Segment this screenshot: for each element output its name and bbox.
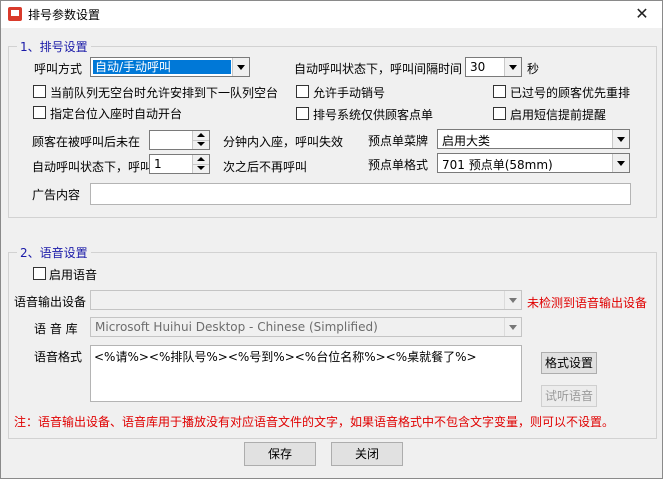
arrow-down-icon[interactable] bbox=[193, 140, 209, 149]
timeout-suffix: 分钟内入座，呼叫失效 bbox=[223, 135, 344, 149]
preorder-format-select[interactable]: 701 预点单(58mm) bbox=[437, 153, 630, 173]
timeout-stepper[interactable] bbox=[149, 130, 210, 150]
checkbox-auto-open-table-label: 指定台位入座时自动开台 bbox=[50, 107, 183, 121]
call-mode-value: 自动/手动呼叫 bbox=[93, 60, 231, 74]
auto-stop-value: 1 bbox=[154, 157, 162, 171]
app-icon bbox=[8, 7, 22, 21]
auto-stop-label: 自动呼叫状态下，呼叫 bbox=[32, 160, 153, 174]
call-mode-label: 呼叫方式 bbox=[34, 62, 83, 76]
timeout-label: 顾客在被呼叫后未在 bbox=[32, 135, 141, 149]
voice-device-label: 语音输出设备 bbox=[14, 295, 87, 309]
interval-select[interactable]: 30 bbox=[465, 57, 522, 77]
checkbox-priority-requeue-label: 已过号的顾客优先重排 bbox=[510, 86, 631, 100]
auto-stop-stepper[interactable]: 1 bbox=[149, 154, 210, 174]
checkbox-next-queue-label: 当前队列无空台时允许安排到下一队列空台 bbox=[50, 86, 279, 100]
checkbox-priority-requeue[interactable] bbox=[493, 85, 506, 98]
voice-note: 注：语音输出设备、语音库用于播放没有对应语音文件的文字，如果语音格式中不包含文字… bbox=[14, 415, 615, 429]
preview-voice-button[interactable]: 试听语音 bbox=[541, 385, 597, 407]
ad-input[interactable] bbox=[90, 183, 631, 205]
checkbox-enable-voice-label: 启用语音 bbox=[49, 268, 98, 282]
stepper-buttons[interactable] bbox=[192, 131, 209, 149]
voice-device-warning: 未检测到语音输出设备 bbox=[527, 296, 648, 310]
save-button[interactable]: 保存 bbox=[244, 442, 316, 466]
chevron-down-icon[interactable] bbox=[612, 130, 629, 148]
preorder-format-label: 预点单格式 bbox=[368, 158, 429, 172]
voice-library-select[interactable]: Microsoft Huihui Desktop - Chinese (Simp… bbox=[90, 317, 522, 337]
chevron-down-icon[interactable] bbox=[232, 58, 249, 76]
preorder-menu-value: 启用大类 bbox=[442, 134, 491, 148]
checkbox-enable-voice[interactable] bbox=[33, 267, 46, 280]
checkbox-sms-reminder-label: 启用短信提前提醒 bbox=[510, 108, 607, 122]
voice-library-value: Microsoft Huihui Desktop - Chinese (Simp… bbox=[95, 320, 378, 334]
voice-settings-legend: 2、语音设置 bbox=[17, 244, 91, 261]
settings-dialog: 排号参数设置 ✕ 1、排号设置 呼叫方式 自动/手动呼叫 自动呼叫状态下，呼叫间… bbox=[0, 0, 663, 479]
chevron-down-icon[interactable] bbox=[612, 154, 629, 172]
stepper-buttons[interactable] bbox=[192, 155, 209, 173]
checkbox-order-only[interactable] bbox=[296, 107, 309, 120]
voice-format-textarea[interactable]: <%请%><%排队号%><%号到%><%台位名称%><%桌就餐了%> bbox=[90, 345, 522, 402]
format-settings-button[interactable]: 格式设置 bbox=[541, 352, 597, 374]
preorder-menu-select[interactable]: 启用大类 bbox=[437, 129, 630, 149]
chevron-down-icon[interactable] bbox=[504, 318, 521, 336]
window-title: 排号参数设置 bbox=[28, 8, 101, 22]
voice-format-label: 语音格式 bbox=[34, 350, 83, 364]
close-button[interactable]: 关闭 bbox=[331, 442, 403, 466]
ad-label: 广告内容 bbox=[32, 188, 81, 202]
call-mode-select[interactable]: 自动/手动呼叫 bbox=[90, 57, 250, 77]
voice-device-select[interactable] bbox=[90, 290, 522, 310]
checkbox-sms-reminder[interactable] bbox=[493, 107, 506, 120]
interval-label: 自动呼叫状态下，呼叫间隔时间 bbox=[294, 62, 463, 76]
interval-unit: 秒 bbox=[527, 62, 540, 76]
chevron-down-icon[interactable] bbox=[504, 291, 521, 309]
checkbox-order-only-label: 排号系统仅供顾客点单 bbox=[313, 108, 434, 122]
queue-settings-legend: 1、排号设置 bbox=[17, 38, 91, 55]
checkbox-manual-cancel-label: 允许手动销号 bbox=[313, 86, 386, 100]
voice-library-label: 语 音 库 bbox=[34, 322, 78, 336]
checkbox-next-queue[interactable] bbox=[33, 85, 46, 98]
checkbox-auto-open-table[interactable] bbox=[33, 106, 46, 119]
arrow-down-icon[interactable] bbox=[193, 164, 209, 173]
auto-stop-suffix: 次之后不再呼叫 bbox=[223, 160, 308, 174]
preorder-format-value: 701 预点单(58mm) bbox=[442, 158, 553, 172]
interval-value: 30 bbox=[470, 60, 486, 74]
preorder-menu-label: 预点单菜牌 bbox=[368, 134, 429, 148]
title-bar: 排号参数设置 ✕ bbox=[1, 1, 662, 28]
checkbox-manual-cancel[interactable] bbox=[296, 85, 309, 98]
chevron-down-icon[interactable] bbox=[504, 58, 521, 76]
close-icon[interactable]: ✕ bbox=[630, 3, 654, 25]
